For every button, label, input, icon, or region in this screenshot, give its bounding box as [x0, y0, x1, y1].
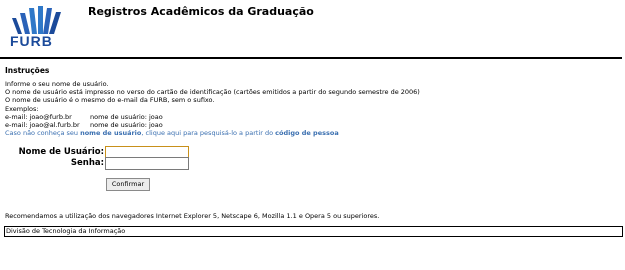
instruction-line: Informe o seu nome de usuário.	[5, 80, 109, 88]
example-email: e-mail: joao@furb.br	[5, 112, 72, 121]
instruction-line: O nome de usuário é o mesmo do e-mail da…	[5, 96, 215, 105]
link-prefix: Caso não conheça seu	[5, 129, 81, 138]
page-title: Registros Acadêmicos da Graduação	[88, 5, 314, 18]
lookup-username-link[interactable]: Caso não conheça seu nome de usuário, cl…	[5, 129, 420, 137]
example-email: e-mail: joao@al.furb.br	[5, 121, 80, 130]
link-bold-code: código de pessoa	[275, 129, 339, 138]
instruction-line: Exemplos:	[5, 104, 39, 113]
example-row: e-mail: joao@furb.br nome de usuário: joa…	[5, 113, 420, 121]
logo-text: FURB	[10, 33, 53, 49]
confirm-button[interactable]: Confirmar	[106, 178, 150, 191]
example-row: e-mail: joao@al.furb.br nome de usuário: …	[5, 121, 420, 129]
furb-logo: FURB	[6, 4, 66, 49]
instructions-text: Informe o seu nome de usuário. O nome de…	[5, 80, 420, 137]
example-user: nome de usuário: joao	[90, 112, 163, 121]
browser-recommendation: Recomendamos a utilização dos navegadore…	[5, 212, 380, 220]
password-label: Senha:	[70, 158, 104, 168]
password-row: Senha:	[0, 157, 300, 170]
logo-bars-icon	[12, 6, 61, 34]
username-label: Nome de Usuário:	[18, 147, 104, 157]
link-middle: , clique aqui para pesquisá-lo a partir …	[141, 129, 276, 138]
footer-text: Divisão de Tecnologia da Informação	[4, 226, 623, 237]
link-bold-username: nome de usuário	[80, 129, 142, 138]
instruction-line: O nome de usuário está impresso no verso…	[5, 88, 420, 97]
instructions-heading: Instruções	[5, 66, 50, 75]
example-user: nome de usuário: joao	[90, 121, 163, 130]
password-input[interactable]	[105, 157, 189, 170]
header-divider	[0, 57, 622, 59]
